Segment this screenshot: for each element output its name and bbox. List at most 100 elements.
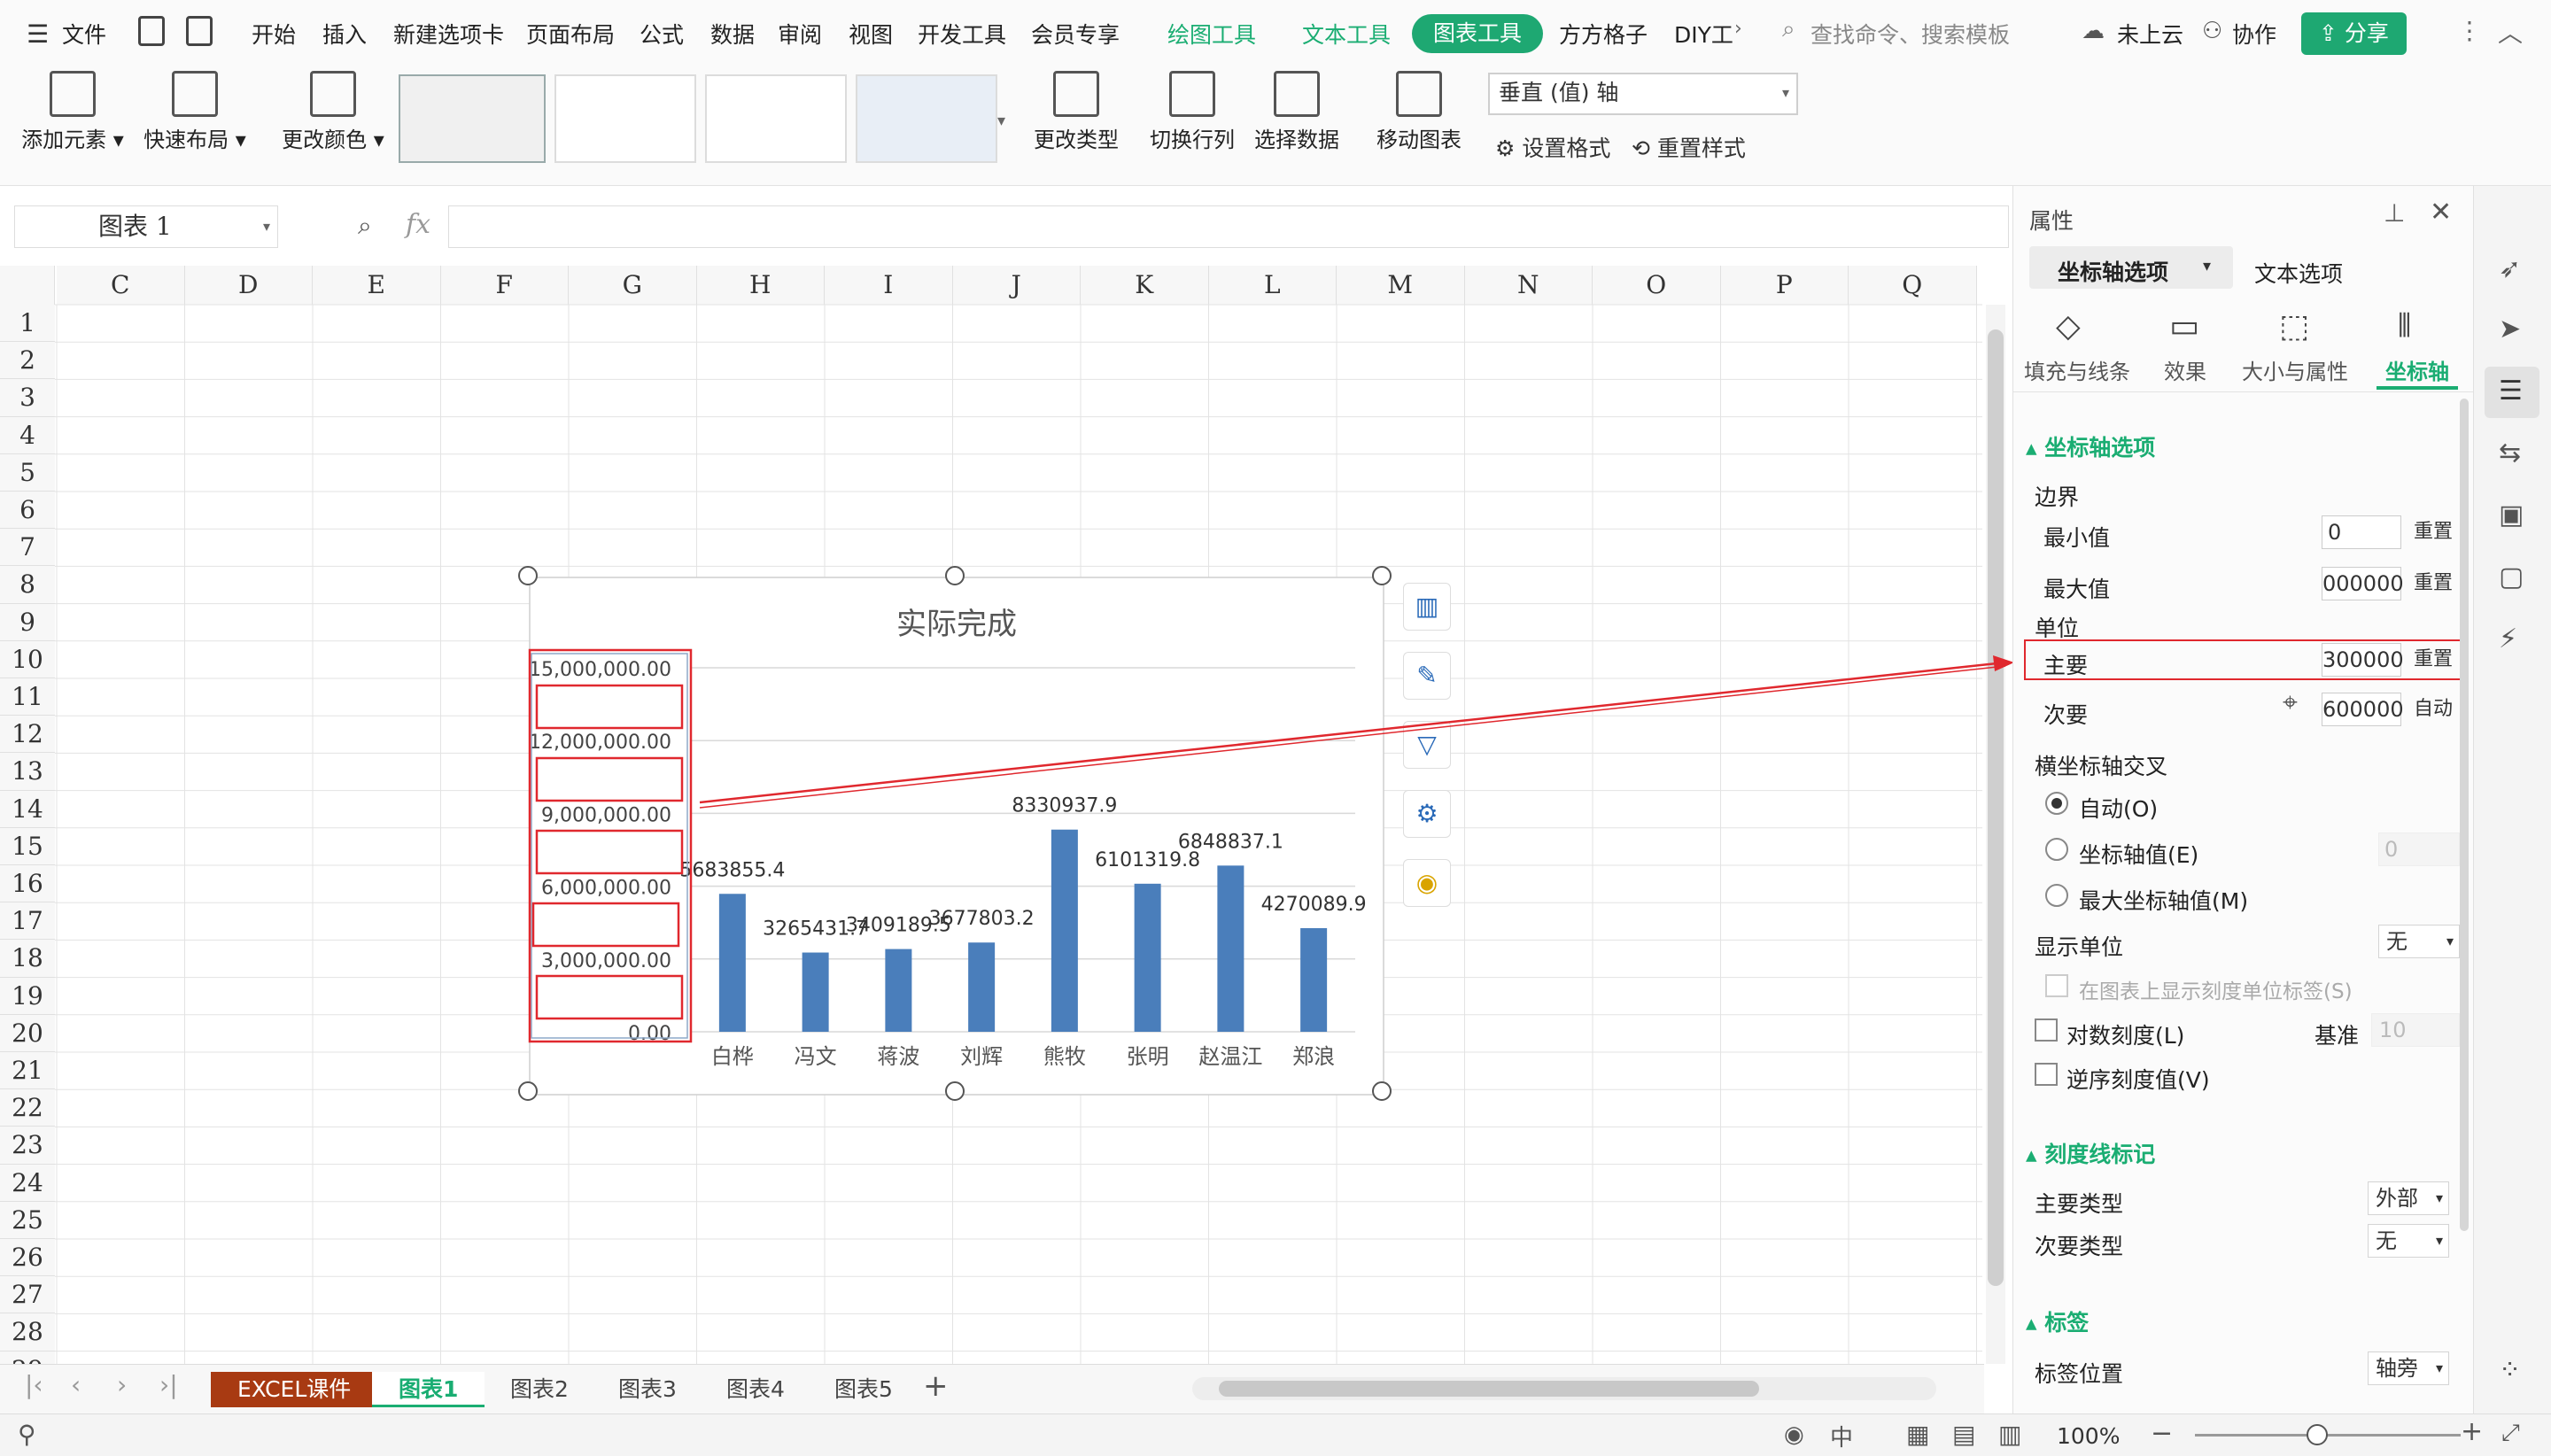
label-position-select[interactable]: 轴旁 ▾ xyxy=(2368,1351,2449,1385)
last-sheet-icon[interactable]: ›| xyxy=(159,1370,178,1399)
reverse-label[interactable]: 逆序刻度值(V) xyxy=(2066,1063,2210,1095)
tab-view[interactable]: 视图 xyxy=(849,18,893,50)
sheet-tab-2[interactable]: 图表2 xyxy=(484,1372,595,1407)
normal-view-icon[interactable]: ▦ xyxy=(1906,1420,1929,1449)
tab-scroll-icon[interactable]: › xyxy=(1734,18,1742,40)
tab-diy[interactable]: DIY工 xyxy=(1674,18,1733,50)
menu-icon[interactable]: ☰ xyxy=(27,19,49,49)
lightning-icon[interactable]: ⚡ xyxy=(2499,623,2517,654)
max-reset-button[interactable]: 重置 xyxy=(2414,567,2453,600)
name-box[interactable]: 图表 1 ▾ xyxy=(14,205,278,248)
add-sheet-icon[interactable]: + xyxy=(923,1368,949,1404)
cross-auto-label[interactable]: 自动(O) xyxy=(2079,792,2158,824)
min-reset-button[interactable]: 重置 xyxy=(2414,515,2453,549)
tab-text-options[interactable]: 文本选项 xyxy=(2254,257,2343,289)
cross-value-radio[interactable] xyxy=(2045,838,2068,861)
axis-bars-icon[interactable]: ⫴ xyxy=(2398,308,2411,345)
search-input[interactable]: 查找命令、搜索模板 xyxy=(1811,18,2010,50)
move-chart-button[interactable]: 移动图表 xyxy=(1366,69,1472,153)
cloud-status[interactable]: 未上云 xyxy=(2117,18,2183,50)
log-scale-checkbox[interactable] xyxy=(2035,1018,2058,1042)
tab-drawing-tools[interactable]: 绘图工具 xyxy=(1167,18,1256,50)
macro-icon[interactable]: ⚲ xyxy=(18,1420,36,1449)
minor-input[interactable]: 600000 xyxy=(2322,693,2404,726)
change-color-button[interactable]: 更改颜色 ▾ xyxy=(280,69,386,153)
select-data-button[interactable]: 选择数据 xyxy=(1244,69,1350,153)
eye-protection-icon[interactable]: ◉ xyxy=(1784,1421,1804,1448)
zoom-in-icon[interactable]: + xyxy=(2461,1416,2483,1447)
tab-chart-tools[interactable]: 图表工具 xyxy=(1412,14,1544,53)
vertical-scrollbar[interactable] xyxy=(1986,305,2005,1364)
chart-object[interactable]: 实际完成 15,000,000.00 12,000,000.00 9,000,000.… xyxy=(496,558,1479,1107)
horizontal-scrollbar-thumb[interactable] xyxy=(1219,1381,1759,1397)
tab-formula[interactable]: 公式 xyxy=(640,18,684,50)
sheet-tab-3[interactable]: 图表3 xyxy=(592,1372,703,1407)
sheet-tab-excel[interactable]: EXCEL课件 xyxy=(211,1372,378,1407)
tab-page-layout[interactable]: 页面布局 xyxy=(526,18,615,50)
chart-style-2[interactable] xyxy=(554,74,696,163)
change-type-button[interactable]: 更改类型 xyxy=(1019,69,1134,153)
tab-home[interactable]: 开始 xyxy=(252,18,296,50)
tab-review[interactable]: 审阅 xyxy=(778,18,822,50)
cross-auto-radio[interactable] xyxy=(2045,792,2068,815)
pin-icon[interactable]: ⊥ xyxy=(2384,198,2405,228)
display-units-select[interactable]: 无 ▾ xyxy=(2378,925,2460,958)
share-button[interactable]: ⇪ 分享 xyxy=(2301,12,2407,55)
language-icon[interactable]: 中 xyxy=(1830,1420,1853,1452)
zoom-slider-handle[interactable] xyxy=(2307,1424,2328,1445)
resize-handle[interactable] xyxy=(1372,1081,1392,1101)
resize-handle[interactable] xyxy=(1372,566,1392,585)
sheet-tab-active[interactable]: 图表1 xyxy=(372,1372,485,1407)
tab-data[interactable]: 数据 xyxy=(710,18,755,50)
panel-more-icon[interactable]: ⁘ xyxy=(2499,1355,2521,1386)
zoom-level[interactable]: 100% xyxy=(2057,1423,2120,1449)
save-icon[interactable] xyxy=(138,16,165,46)
minor-type-select[interactable]: 无 ▾ xyxy=(2368,1224,2449,1258)
section-axis-options[interactable]: ▴ 坐标轴选项 xyxy=(2026,430,2155,462)
cross-value-input[interactable]: 0 xyxy=(2378,833,2460,866)
resize-handle[interactable] xyxy=(945,566,965,585)
zoom-formula-icon[interactable]: ⌕ xyxy=(358,211,372,241)
major-type-select[interactable]: 外部 ▾ xyxy=(2368,1181,2449,1215)
base-input[interactable]: 10 xyxy=(2371,1013,2460,1047)
page-break-view-icon[interactable]: ▥ xyxy=(1998,1420,2021,1449)
cross-max-radio[interactable] xyxy=(2045,884,2068,907)
panel-scrollbar[interactable] xyxy=(2460,399,2469,1231)
formula-input[interactable] xyxy=(448,205,2009,248)
tab-insert[interactable]: 插入 xyxy=(322,18,367,50)
properties-sliders-icon[interactable]: ☰ xyxy=(2499,376,2523,407)
first-sheet-icon[interactable]: |‹ xyxy=(25,1370,43,1399)
pointer-icon[interactable]: ➤ xyxy=(2499,314,2521,345)
max-input[interactable]: 000000 xyxy=(2322,567,2404,600)
tab-fangfang[interactable]: 方方格子 xyxy=(1559,18,1648,50)
minor-auto-button[interactable]: 自动 xyxy=(2414,693,2453,726)
major-input[interactable]: 300000 xyxy=(2322,643,2404,677)
page-layout-view-icon[interactable]: ▤ xyxy=(1952,1420,1975,1449)
chart-style-1[interactable] xyxy=(399,74,546,163)
fill-line-icon[interactable]: ◇ xyxy=(2056,308,2081,345)
chart-idea-icon[interactable]: ◉ xyxy=(1403,859,1451,907)
section-tick-marks[interactable]: ▴ 刻度线标记 xyxy=(2026,1137,2155,1169)
collab-button[interactable]: 协作 xyxy=(2232,18,2276,50)
resize-handle[interactable] xyxy=(518,1081,538,1101)
resize-handle[interactable] xyxy=(945,1081,965,1101)
tab-file[interactable]: 文件 xyxy=(62,18,106,50)
effects-icon[interactable]: ▭ xyxy=(2169,308,2199,345)
tab-text-tools[interactable]: 文本工具 xyxy=(1302,18,1391,50)
subtab-fill-line[interactable]: 填充与线条 xyxy=(2024,354,2130,385)
chart-style-3[interactable] xyxy=(705,74,847,163)
collapse-icon[interactable]: ︿ xyxy=(2498,14,2523,50)
chart-style-4[interactable] xyxy=(856,74,997,163)
section-labels[interactable]: ▴ 标签 xyxy=(2026,1305,2089,1337)
styles-more-icon[interactable]: ▾ xyxy=(997,112,1005,130)
image-icon[interactable]: ▣ xyxy=(2499,500,2524,531)
fx-icon[interactable]: fx xyxy=(406,209,430,240)
zoom-out-icon[interactable]: − xyxy=(2151,1418,2173,1449)
rocket-icon[interactable]: ➶ xyxy=(2499,253,2521,284)
quick-layout-button[interactable]: 快速布局 ▾ xyxy=(142,69,248,153)
add-element-button[interactable]: 添加元素 ▾ xyxy=(19,69,126,153)
prev-sheet-icon[interactable]: ‹ xyxy=(71,1370,81,1399)
zoom-slider[interactable] xyxy=(2195,1424,2461,1445)
export-icon[interactable] xyxy=(186,16,213,46)
transfer-icon[interactable]: ⇆ xyxy=(2499,438,2521,469)
